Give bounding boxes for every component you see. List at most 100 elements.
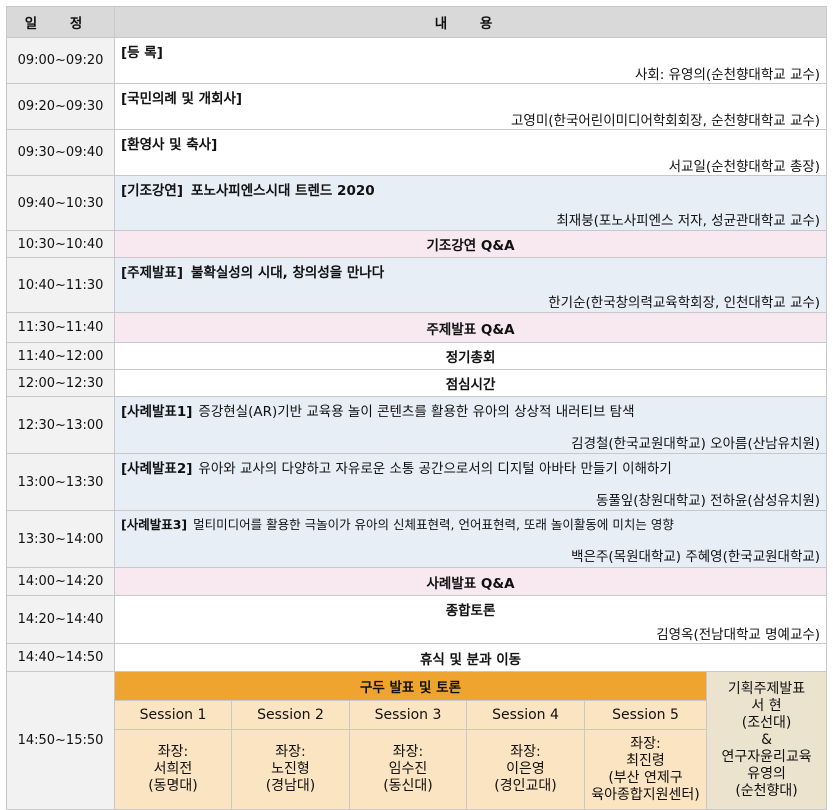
row-time: 09:30~09:40 [6, 129, 115, 176]
row-speaker: 서교일(순천향대학교 총장) [668, 159, 821, 175]
schedule-row: 11:40~12:00 정기총회 [6, 342, 828, 370]
row-time: 09:00~09:20 [6, 37, 115, 84]
row-speaker: 사회: 유영의(순천향대학교 교수) [634, 67, 821, 83]
schedule-table: 일 정 내 용 09:00~09:20 [등 록] 사회: 유영의(순천향대학교… [6, 6, 828, 810]
row-time: 10:40~11:30 [6, 257, 115, 313]
row-center: 점심시간 [113, 369, 828, 397]
row-time: 12:00~12:30 [6, 369, 115, 397]
special-session: 기획주제발표 서 현 (조선대) & 연구자윤리교육 유영의 (순천향대) [705, 671, 828, 810]
header-time: 일 정 [6, 6, 115, 38]
row-content: 종합토론 김영옥(전남대학교 명예교수) [113, 595, 828, 644]
special-line: 유영의 [747, 766, 786, 782]
schedule-row: 13:30~14:00 [사례발표3] 멀티미디어를 활용한 극놀이가 유아의 신… [6, 510, 828, 568]
special-line: & [761, 732, 772, 748]
schedule-row: 12:00~12:30 점심시간 [6, 369, 828, 397]
row-content: [사례발표1] 증강현실(AR)기반 교육용 놀이 콘텐츠를 활용한 유아의 상상… [113, 396, 828, 454]
row-center: 주제발표 Q&A [113, 312, 828, 343]
row-desc: 증강현실(AR)기반 교육용 놀이 콘텐츠를 활용한 유아의 상상적 내러티브 … [198, 404, 635, 420]
session-chair: 좌장: 이은영 (경인교대) [466, 729, 585, 810]
schedule-row: 09:40~10:30 [기조강연] 포노사피엔스시대 트렌드 2020 최재붕(… [6, 175, 828, 231]
row-label: [환영사 및 축사] [121, 137, 218, 153]
row-center: 휴식 및 분과 이동 [113, 643, 828, 672]
session-name: Session 1 [114, 700, 232, 730]
row-content: [환영사 및 축사] 서교일(순천향대학교 총장) [113, 129, 828, 176]
sessions-name-row: Session 1 Session 2 Session 3 Session 4 … [7, 700, 827, 730]
sessions-chair-row: 좌장: 서희전 (동명대) 좌장: 노진형 (경남대) 좌장: 임수진 (동신대… [7, 729, 827, 810]
row-speaker: 백은주(목원대학교) 주혜영(한국교원대학교) [571, 549, 821, 565]
row-time: 14:00~14:20 [6, 567, 115, 596]
schedule-row: 10:40~11:30 [주제발표] 불확실성의 시대, 창의성을 만나다 한기순… [6, 257, 828, 313]
schedule-row: 13:00~13:30 [사례발표2] 유아와 교사의 다양하고 자유로운 소통 … [6, 453, 828, 511]
row-center: 사례발표 Q&A [113, 567, 828, 596]
row-center: 기조강연 Q&A [113, 230, 828, 258]
row-time: 14:20~14:40 [6, 595, 115, 644]
chair-label: 좌장: [630, 735, 661, 752]
schedule-row: 14:40~14:50 휴식 및 분과 이동 [6, 643, 828, 672]
row-content: [사례발표2] 유아와 교사의 다양하고 자유로운 소통 공간으로서의 디지털 아… [113, 453, 828, 511]
row-label: [기조강연] [121, 183, 184, 199]
row-content: [기조강연] 포노사피엔스시대 트렌드 2020 최재붕(포노사피엔스 저자, 성… [113, 175, 828, 231]
session-chair: 좌장: 최진령 (부산 연제구 육아종합지원센터) [584, 729, 707, 810]
row-time: 13:00~13:30 [6, 453, 115, 511]
row-label: [등 록] [121, 45, 163, 61]
row-time: 10:30~10:40 [6, 230, 115, 258]
row-time: 09:20~09:30 [6, 83, 115, 130]
schedule-row: 09:20~09:30 [국민의례 및 개회사] 고영미(한국어린이미디어학회회… [6, 83, 828, 130]
session-name: Session 5 [584, 700, 707, 730]
chair-name: 노진형 [271, 761, 310, 777]
row-content: [등 록] 사회: 유영의(순천향대학교 교수) [113, 37, 828, 84]
chair-label: 좌장: [157, 744, 189, 760]
special-line: (조선대) [741, 715, 792, 731]
row-label: [사례발표2] [121, 461, 193, 477]
chair-name: 이은영 [506, 761, 545, 777]
schedule-row: 10:30~10:40 기조강연 Q&A [6, 230, 828, 258]
chair-org: (동명대) [148, 778, 198, 794]
session-chair: 좌장: 노진형 (경남대) [231, 729, 350, 810]
chair-name: 최진령 [626, 752, 665, 769]
row-time: 13:30~14:00 [6, 510, 115, 568]
row-label: [국민의례 및 개회사] [121, 91, 243, 107]
row-center: 종합토론 [445, 603, 496, 619]
row-speaker: 한기순(한국창의력교육학회장, 인천대학교 교수) [548, 295, 821, 311]
special-line: 연구자윤리교육 [721, 749, 812, 765]
chair-org: (부산 연제구 [608, 769, 683, 786]
row-content: [주제발표] 불확실성의 시대, 창의성을 만나다 한기순(한국창의력교육학회장,… [113, 257, 828, 313]
row-time: 11:40~12:00 [6, 342, 115, 370]
row-desc: 유아와 교사의 다양하고 자유로운 소통 공간으로서의 디지털 아바타 만들기 … [198, 461, 672, 477]
session-name: Session 4 [466, 700, 585, 730]
row-title: 포노사피엔스시대 트렌드 2020 [191, 183, 375, 199]
chair-name: 서희전 [153, 761, 193, 777]
chair-name: 임수진 [388, 761, 428, 777]
special-line: 서 현 [751, 698, 782, 714]
sessions-title-row: 14:50~15:50 구두 발표 및 토론 기획주제발표 서 현 (조선대) … [6, 671, 828, 810]
schedule-row: 11:30~11:40 주제발표 Q&A [6, 312, 828, 343]
schedule-row: 09:00~09:20 [등 록] 사회: 유영의(순천향대학교 교수) [6, 37, 828, 84]
header-content: 내 용 [113, 6, 828, 38]
sessions-title: 구두 발표 및 토론 [114, 671, 707, 701]
chair-label: 좌장: [275, 744, 306, 760]
chair-org: (경남대) [265, 778, 316, 794]
session-chair: 좌장: 서희전 (동명대) [114, 729, 232, 810]
row-time: 11:30~11:40 [6, 312, 115, 343]
session-chair: 좌장: 임수진 (동신대) [349, 729, 467, 810]
schedule-row: 12:30~13:00 [사례발표1] 증강현실(AR)기반 교육용 놀이 콘텐츠… [6, 396, 828, 454]
schedule-row: 14:00~14:20 사례발표 Q&A [6, 567, 828, 596]
row-speaker: 김경철(한국교원대학교) 오아름(산남유치원) [571, 436, 821, 452]
special-line: 기획주제발표 [727, 681, 806, 697]
chair-label: 좌장: [392, 744, 424, 760]
row-content: [국민의례 및 개회사] 고영미(한국어린이미디어학회회장, 순천향대학교 교수… [113, 83, 828, 130]
row-desc: 멀티미디어를 활용한 극놀이가 유아의 신체표현력, 언어표현력, 또래 놀이활… [193, 517, 674, 532]
row-content: [사례발표3] 멀티미디어를 활용한 극놀이가 유아의 신체표현력, 언어표현력,… [113, 510, 828, 568]
row-speaker: 김영옥(전남대학교 명예교수) [656, 627, 821, 643]
row-speaker: 고영미(한국어린이미디어학회회장, 순천향대학교 교수) [511, 113, 821, 129]
row-time: 14:40~14:50 [6, 643, 115, 672]
session-name: Session 2 [231, 700, 350, 730]
row-speaker: 최재붕(포노사피엔스 저자, 성균관대학교 교수) [556, 213, 821, 229]
row-time: 12:30~13:00 [6, 396, 115, 454]
row-label: [사례발표3] [121, 517, 188, 532]
row-time: 14:50~15:50 [6, 671, 115, 810]
row-time: 09:40~10:30 [6, 175, 115, 231]
chair-org: (경인교대) [494, 778, 557, 794]
schedule-row: 14:20~14:40 종합토론 김영옥(전남대학교 명예교수) [6, 595, 828, 644]
row-title: 불확실성의 시대, 창의성을 만나다 [191, 265, 385, 281]
